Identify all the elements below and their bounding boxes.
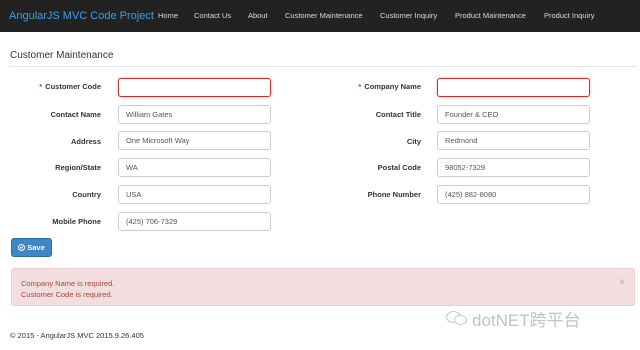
company-name-label: * Company Name [330, 82, 421, 91]
customer-code-label-text: Customer Code [45, 82, 101, 91]
nav-about[interactable]: About [248, 11, 268, 20]
phone-number-input[interactable]: (425) 882-8080 [437, 185, 590, 204]
close-icon[interactable]: × [619, 277, 625, 288]
region-state-label: Region/State [55, 163, 101, 172]
country-label: Country [72, 190, 101, 199]
country-input[interactable]: USA [118, 185, 271, 204]
contact-name-label: Contact Name [50, 110, 101, 119]
company-name-input[interactable] [437, 78, 590, 97]
alert-message: Customer Code is required. [21, 290, 113, 299]
address-input[interactable]: One Microsoft Way [118, 131, 271, 150]
mobile-phone-label: Mobile Phone [52, 217, 101, 226]
mobile-phone-input[interactable]: (425) 706-7329 [118, 212, 271, 231]
wechat-icon [446, 310, 468, 327]
check-circle-icon [18, 244, 26, 251]
title-divider [10, 66, 636, 67]
customer-code-input[interactable] [118, 78, 271, 97]
customer-code-label: * Customer Code [10, 82, 101, 91]
postal-code-label: Postal Code [377, 163, 421, 172]
save-button-label: Save [27, 243, 45, 252]
save-button[interactable]: Save [11, 238, 52, 257]
page-title: Customer Maintenance [10, 50, 114, 61]
nav-product-maintenance[interactable]: Product Maintenance [455, 11, 526, 20]
city-input[interactable]: Redmond [437, 131, 590, 150]
brand-link[interactable]: AngularJS MVC Code Project [0, 10, 154, 22]
alert-message: Company Name is required. [21, 279, 115, 288]
watermark-text: dotNET跨平台 [472, 311, 581, 330]
phone-number-label: Phone Number [367, 190, 421, 199]
address-label: Address [70, 137, 101, 146]
contact-title-label: Contact Title [375, 110, 421, 119]
city-label: City [406, 137, 421, 146]
nav-home[interactable]: Home [158, 11, 178, 20]
top-navbar: AngularJS MVC Code Project Home Contact … [0, 0, 640, 32]
nav-customer-inquiry[interactable]: Customer Inquiry [380, 11, 437, 20]
contact-name-input[interactable]: William Gates [118, 105, 271, 124]
postal-code-input[interactable]: 98052-7329 [437, 158, 590, 177]
region-state-input[interactable]: WA [118, 158, 271, 177]
watermark: dotNET跨平台 [446, 306, 581, 331]
validation-alert: Company Name is required. Customer Code … [11, 268, 635, 306]
footer-copyright: © 2015 - AngularJS MVC 2015.9.26.405 [10, 331, 144, 340]
nav-customer-maintenance[interactable]: Customer Maintenance [285, 11, 363, 20]
company-name-label-text: Company Name [364, 82, 421, 91]
required-marker: * [358, 82, 362, 91]
required-marker: * [39, 82, 43, 91]
nav-product-inquiry[interactable]: Product Inquiry [544, 11, 594, 20]
nav-contact-us[interactable]: Contact Us [194, 11, 231, 20]
contact-title-input[interactable]: Founder & CEO [437, 105, 590, 124]
